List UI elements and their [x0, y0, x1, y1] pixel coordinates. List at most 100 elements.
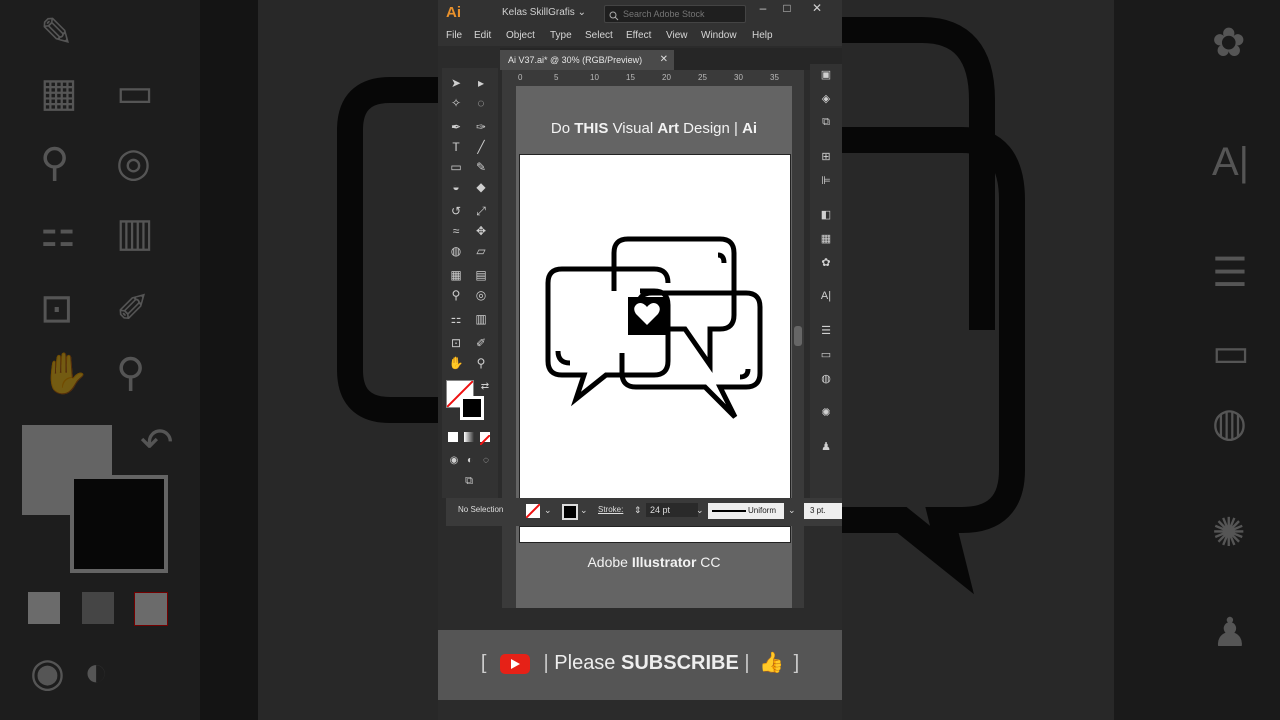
- subtitle-part: Adobe: [587, 554, 632, 570]
- swap-colors-icon[interactable]: ⇄: [476, 378, 494, 396]
- stroke-dropdown[interactable]: [562, 504, 578, 520]
- draw-inside-icon[interactable]: ◌: [477, 452, 495, 470]
- menu-help[interactable]: Help: [752, 30, 773, 41]
- paintbrush-icon[interactable]: ✎: [472, 158, 490, 176]
- video-subtitle: Adobe Illustrator CC: [516, 554, 792, 570]
- canvas-area[interactable]: Do THIS Visual Art Design | Ai Adobe Ill…: [516, 86, 792, 608]
- rotate-icon[interactable]: ↺: [447, 202, 465, 220]
- pen-icon[interactable]: ✒: [447, 118, 465, 136]
- perspective-icon[interactable]: ▱: [472, 242, 490, 260]
- symbol-sprayer-icon[interactable]: ⚏: [447, 310, 465, 328]
- ai-logo: Ai: [446, 4, 461, 21]
- graph-icon[interactable]: ▥: [472, 310, 490, 328]
- brushes-icon[interactable]: ✿: [818, 256, 834, 272]
- artboard[interactable]: [519, 154, 791, 543]
- artboards-icon[interactable]: ⧉: [818, 116, 834, 132]
- close-button[interactable]: ✕: [806, 1, 828, 15]
- hand-icon[interactable]: ✋: [447, 354, 465, 372]
- variable-width-profile[interactable]: Uniform: [708, 503, 784, 519]
- eyedropper-icon[interactable]: ⚲: [447, 286, 465, 304]
- illustrator-window: Ai Kelas SkillGrafis ⌄ – □ ✕ File Edit O…: [438, 0, 842, 720]
- subscribe-callout[interactable]: [ | Please SUBSCRIBE | 👍 ]: [438, 650, 842, 675]
- menu-edit[interactable]: Edit: [474, 30, 491, 41]
- close-tab-icon[interactable]: ✕: [660, 54, 668, 65]
- brush-label: 3 pt.: [810, 506, 826, 515]
- align-icon[interactable]: ⊫: [818, 174, 834, 190]
- menu-effect[interactable]: Effect: [626, 30, 651, 41]
- subtitle-part: CC: [696, 554, 721, 570]
- youtube-icon[interactable]: [499, 653, 530, 674]
- ruler-tick: 20: [662, 73, 671, 82]
- video-headline: Do THIS Visual Art Design | Ai: [516, 120, 792, 137]
- layers-icon[interactable]: ◈: [818, 92, 834, 108]
- eraser-icon[interactable]: ◆: [472, 178, 490, 196]
- menu-type[interactable]: Type: [550, 30, 572, 41]
- curvature-icon[interactable]: ✑: [472, 118, 490, 136]
- stroke-weight-input[interactable]: 24 pt: [646, 503, 698, 517]
- background-zoom-left: ✎ ▦ ▭ ⚲ ◎ ⚏ ▥ ⊡ ✐ ✋ ⚲ ↶ ◉ ◐: [0, 0, 438, 720]
- stroke-icon[interactable]: ☰: [818, 324, 834, 340]
- blend-icon[interactable]: ◎: [472, 286, 490, 304]
- screen-mode-icon[interactable]: ⧉: [460, 472, 478, 490]
- character-icon[interactable]: A|: [818, 290, 834, 306]
- ruler-tick: 10: [590, 73, 599, 82]
- thumbs-up-icon[interactable]: 👍: [759, 652, 784, 674]
- menu-file[interactable]: File: [446, 30, 462, 41]
- width-icon[interactable]: ≈: [447, 222, 465, 240]
- slice-icon[interactable]: ✐: [472, 334, 490, 352]
- transform-icon[interactable]: ⊞: [818, 150, 834, 166]
- color-mode-icon[interactable]: [448, 432, 458, 442]
- tools-panel: ➤ ▸ ✧ ◌ ✒ ✑ T ╱ ▭ ✎ ◒ ◆ ↺ ⤢ ≈ ✥ ◍ ▱ ▦ ▤ …: [442, 68, 498, 498]
- stroke-label[interactable]: Stroke:: [598, 505, 623, 514]
- chevron-down-icon: ⌄: [577, 7, 586, 18]
- chevron-down-icon: ⌄: [696, 505, 704, 515]
- vertical-scrollbar[interactable]: [792, 86, 804, 608]
- maximize-button[interactable]: □: [776, 1, 798, 15]
- menu-view[interactable]: View: [666, 30, 688, 41]
- search-input[interactable]: [623, 7, 741, 21]
- shape-builder-icon[interactable]: ◍: [447, 242, 465, 260]
- line-icon[interactable]: ╱: [472, 138, 490, 156]
- scale-icon[interactable]: ⤢: [472, 202, 490, 220]
- subtitle-emphasis: Illustrator: [631, 554, 697, 570]
- fill-dropdown[interactable]: [525, 503, 541, 519]
- transparency-icon[interactable]: ◍: [818, 372, 834, 388]
- document-tab[interactable]: Ai V37.ai* @ 30% (RGB/Preview) ✕: [500, 50, 674, 70]
- color-guide-icon[interactable]: ♟: [818, 440, 834, 456]
- rectangle-icon[interactable]: ▭: [447, 158, 465, 176]
- type-icon[interactable]: T: [447, 138, 465, 156]
- menu-select[interactable]: Select: [585, 30, 613, 41]
- search-stock-field[interactable]: [604, 5, 746, 23]
- magic-wand-icon[interactable]: ✧: [447, 94, 465, 112]
- stepper-icon[interactable]: ⇕: [634, 505, 642, 516]
- libraries-icon[interactable]: ▣: [818, 68, 834, 84]
- selection-tool-icon[interactable]: ➤: [447, 74, 465, 92]
- document-tab-bar: Ai V37.ai* @ 30% (RGB/Preview) ✕: [500, 48, 842, 70]
- zoom-icon[interactable]: ⚲: [472, 354, 490, 372]
- menu-object[interactable]: Object: [506, 30, 535, 41]
- scrollbar-thumb[interactable]: [794, 326, 802, 346]
- puppet-warp-icon[interactable]: ✥: [472, 222, 490, 240]
- direct-selection-icon[interactable]: ▸: [472, 74, 490, 92]
- separator: |: [744, 652, 750, 674]
- menu-window[interactable]: Window: [701, 30, 737, 41]
- appearance-icon[interactable]: ✺: [818, 406, 834, 422]
- none-mode-icon[interactable]: [479, 432, 491, 446]
- gradient-panel-icon[interactable]: ▭: [818, 348, 834, 364]
- swatches-icon[interactable]: ▦: [818, 232, 834, 248]
- ruler-tick: 5: [554, 73, 559, 82]
- minimize-button[interactable]: –: [752, 1, 774, 15]
- lasso-icon[interactable]: ◌: [472, 94, 490, 112]
- gradient-mode-icon[interactable]: [464, 432, 474, 442]
- gradient-icon[interactable]: ▤: [472, 266, 490, 284]
- bracket-close: ]: [793, 652, 800, 674]
- pathfinder-icon[interactable]: ◧: [818, 208, 834, 224]
- headline-emphasis: THIS: [574, 120, 609, 137]
- artboard-icon[interactable]: ⊡: [447, 334, 465, 352]
- shaper-icon[interactable]: ◒: [447, 178, 465, 196]
- stroke-swatch[interactable]: [460, 396, 484, 420]
- workspace-switcher[interactable]: Kelas SkillGrafis ⌄: [502, 7, 586, 18]
- brush-definition[interactable]: 3 pt.: [804, 503, 842, 519]
- mesh-icon[interactable]: ▦: [447, 266, 465, 284]
- ruler-tick: 25: [698, 73, 707, 82]
